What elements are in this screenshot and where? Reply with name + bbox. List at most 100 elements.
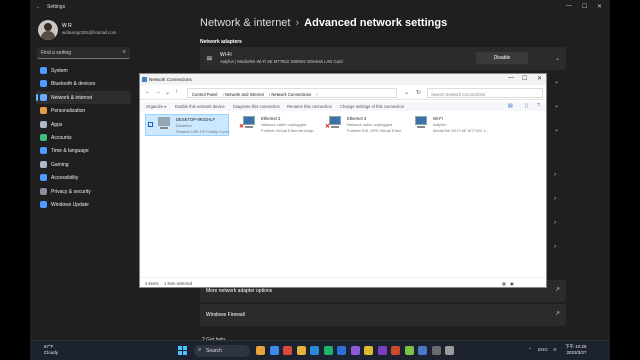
help-icon[interactable]: ? [537,103,540,109]
taskbar-app-icon[interactable] [431,346,441,355]
external-link-icon: ↗ [554,311,560,317]
brush-icon [40,107,47,115]
back-arrow-icon[interactable]: ← [36,4,41,10]
netconn-title: Network Connections [149,77,192,82]
maximize-button[interactable]: ☐ [582,3,587,10]
path-segment[interactable]: Network Connections [271,92,311,97]
chevron-down-icon[interactable]: ⌄ [554,78,559,85]
weather-widget[interactable]: 67°F Cloudy [44,344,58,356]
sidebar-nav: System Bluetooth & devices Network & int… [36,64,131,211]
taskbar-app-icon[interactable] [269,346,279,355]
apps-icon [40,120,47,128]
shield-icon [40,187,47,195]
sidebar-item-system[interactable]: System [36,64,131,77]
taskbar-app-icon[interactable] [256,346,265,355]
sidebar-item-time-language[interactable]: Time & language [36,144,131,157]
search-icon: ⌕ [122,49,126,55]
error-x-icon: ✕ [239,124,245,130]
adapter-item[interactable]: ✕ Ethernet 3 Network cable unplugged For… [317,114,402,136]
taskbar-app-icon[interactable] [337,346,346,355]
path-segment[interactable]: Network and Internet [225,92,264,97]
settings-search-input[interactable]: Find a setting ⌕ [37,47,130,59]
sidebar-item-accessibility[interactable]: Accessibility [36,171,131,184]
close-button[interactable]: ✕ [597,3,602,10]
change-settings-command[interactable]: Change settings of this connection [340,104,404,109]
sidebar-item-privacy[interactable]: Privacy & security [36,185,131,198]
chevron-down-icon[interactable]: ⌄ [554,102,559,109]
taskbar-app-icon[interactable] [296,346,306,355]
sidebar-item-network[interactable]: Network & internet [36,90,131,105]
chevron-right-icon[interactable]: › [554,172,556,178]
forward-arrow-icon[interactable]: → [155,89,161,95]
status-bar: 4 items 1 item selected ▦ ▣ [140,277,546,287]
adapter-item[interactable]: Wi-Fi Aalyfun MediaTek Wi-Fi 6E MT7922 1… [403,114,488,136]
wifi-adapter-card[interactable]: ≋ Wi-Fi Aalyfun | MediaTek Wi-Fi 6E MT79… [200,47,566,70]
minimize-button[interactable]: — [508,75,514,81]
close-button[interactable]: ✕ [537,75,542,82]
breadcrumb-parent[interactable]: Network & internet [200,17,290,29]
clock[interactable]: 下午 10:26 2023/3/27 [565,344,587,356]
taskbar-app-icon[interactable] [364,346,373,355]
adapter-item[interactable]: ✕ Ethernet 2 Network cable unplugged For… [231,114,316,136]
search-icon: ⌕ [198,347,202,353]
checkbox-icon[interactable]: ✓ [148,122,153,127]
view-options-icon[interactable]: ▤ [508,103,513,109]
command-bar: Organize ▾ Enable this network device Di… [140,102,546,111]
diagnose-command[interactable]: Diagnose this connection [233,104,280,109]
error-x-icon: ✕ [325,124,331,130]
chevron-up-icon[interactable]: ⌃ [528,347,532,353]
network-connections-icon [142,77,147,82]
sidebar-item-windows-update[interactable]: Windows Update [36,198,131,211]
wifi-icon[interactable]: ≋ [553,347,557,353]
taskbar-app-icon[interactable] [404,346,414,355]
chevron-right-icon[interactable]: › [554,196,556,202]
adapter-device: Realtek USB FE Family Contr... [176,129,231,134]
chevron-down-icon[interactable]: ⌄ [554,126,559,133]
chevron-right-icon[interactable]: › [554,244,556,250]
chevron-down-icon[interactable]: ⌄ [404,89,409,96]
taskbar-app-icon[interactable] [418,346,427,355]
chevron-right-icon[interactable]: › [554,220,556,226]
adapter-item[interactable]: ✓ DESKTOP-9K01HLF Disabled Realtek USB F… [145,114,231,136]
large-icons-view-icon[interactable]: ▣ [510,281,514,286]
start-button[interactable] [178,346,187,355]
chevron-down-icon[interactable]: ⌄ [165,89,170,96]
organize-menu[interactable]: Organize ▾ [146,104,166,109]
taskbar-app-icon[interactable] [350,346,360,355]
up-arrow-icon[interactable]: ↑ [175,89,178,95]
enable-device-command[interactable]: Enable this network device [175,104,225,109]
back-arrow-icon[interactable]: ← [145,89,151,95]
sidebar-item-personalization[interactable]: Personalization [36,104,131,117]
wifi-adapter-description: Aalyfun | MediaTek Wi-Fi 6E MT7922 160MH… [220,59,343,64]
taskbar-app-icon[interactable] [310,346,319,355]
minimize-button[interactable]: — [566,3,572,9]
selection-count: 1 item selected [164,281,193,286]
sidebar-item-accounts[interactable]: Accounts [36,131,131,144]
chevron-down-icon[interactable]: ⌄ [555,55,560,62]
person-icon [40,133,47,141]
address-path[interactable]: Control Panel › Network and Internet › Net… [187,88,397,98]
sidebar-item-apps[interactable]: Apps [36,118,131,131]
path-segment[interactable]: Control Panel [192,92,217,97]
maximize-button[interactable]: ☐ [522,75,527,82]
breadcrumb: Network & internet › Advanced network sett… [200,17,447,29]
taskbar-app-icon[interactable] [377,346,387,355]
taskbar-search[interactable]: ⌕ Search [194,345,250,357]
sidebar-item-bluetooth[interactable]: Bluetooth & devices [36,77,131,90]
network-adapter-icon: ✕ [239,116,256,130]
sidebar-item-gaming[interactable]: Gaming [36,158,131,171]
language-indicator[interactable]: ENG [538,347,548,352]
rename-command[interactable]: Rename this connection [287,104,332,109]
adapter-device: MediaTek Wi-Fi 6E MT7922 1... [433,128,488,133]
taskbar-app-icon[interactable] [323,346,333,355]
user-profile[interactable]: W R wrdasing0304@hotmail.com [38,20,138,42]
taskbar-app-icon[interactable] [391,346,400,355]
details-view-icon[interactable]: ▦ [502,281,506,286]
disable-button[interactable]: Disable [476,52,528,64]
windows-firewall-link[interactable]: Windows Firewall ↗ [200,304,566,326]
netconn-search-input[interactable]: Search Network Connections [427,88,543,98]
preview-pane-icon[interactable]: ▯ [525,103,528,109]
taskbar-app-icon[interactable] [283,346,292,355]
refresh-icon[interactable]: ↻ [416,89,421,96]
taskbar-app-icon[interactable] [445,346,454,355]
